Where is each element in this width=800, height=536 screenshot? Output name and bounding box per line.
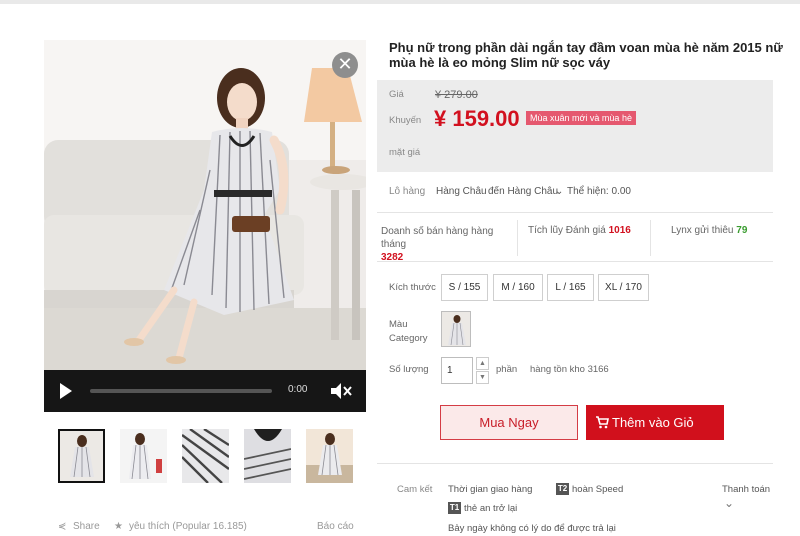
quantity-decrease-button[interactable]: ▼ bbox=[476, 371, 489, 384]
speed-refund-link[interactable]: hoàn Speed bbox=[572, 484, 623, 495]
thumbnail-5[interactable] bbox=[306, 429, 353, 483]
share-favorite-row: ⋞ Share ★ yêu thích (Popular 16.185) Báo… bbox=[58, 521, 358, 535]
size-option-xl[interactable]: XL / 170 bbox=[598, 274, 649, 301]
quantity-unit: phần bbox=[496, 364, 518, 375]
lynx-points: Lynx gửi thiêu 79 bbox=[671, 225, 747, 236]
safe-return-badge-icon: T1 bbox=[448, 502, 461, 514]
payment-label[interactable]: Thanh toán bbox=[722, 484, 770, 495]
promo-badge: Mùa xuân mới và mùa hè bbox=[526, 111, 636, 125]
lynx-points-value: 79 bbox=[736, 225, 748, 236]
report-link[interactable]: Báo cáo bbox=[317, 521, 354, 532]
price-label: Giá bbox=[389, 89, 404, 100]
product-media-player[interactable]: 0:00 bbox=[44, 40, 366, 412]
quantity-input[interactable]: 1 bbox=[441, 357, 473, 384]
chevron-down-icon[interactable]: ⌄ bbox=[724, 496, 734, 510]
top-bar bbox=[0, 0, 800, 4]
video-controls: 0:00 bbox=[44, 370, 366, 412]
size-label: Kích thước bbox=[389, 282, 436, 293]
share-link[interactable]: Share bbox=[73, 521, 100, 532]
safe-return-link[interactable]: thẻ an trở lại bbox=[464, 503, 517, 514]
face-price-label: mặt giá bbox=[389, 147, 421, 158]
review-count[interactable]: Tích lũy Đánh giá 1016 bbox=[528, 225, 631, 236]
commitment-label: Cam kết bbox=[397, 484, 433, 495]
share-icon[interactable]: ⋞ bbox=[58, 521, 66, 532]
divider bbox=[377, 261, 773, 262]
thumbnail-1[interactable] bbox=[58, 429, 105, 483]
lynx-points-label: Lynx gửi thiêu bbox=[671, 225, 734, 236]
stat-divider bbox=[517, 220, 518, 256]
thumbnail-4[interactable] bbox=[244, 429, 291, 483]
shipping-label: Lô hàng bbox=[389, 186, 426, 197]
stock-count: hàng tồn kho 3166 bbox=[530, 364, 609, 375]
review-count-value: 1016 bbox=[608, 225, 631, 236]
size-option-m[interactable]: M / 160 bbox=[493, 274, 543, 301]
divider bbox=[377, 463, 773, 464]
divider bbox=[377, 212, 773, 213]
product-title: Phụ nữ trong phần dài ngắn tay đầm voan … bbox=[389, 40, 783, 70]
color-option-swatch[interactable] bbox=[441, 311, 471, 347]
promo-label: Khuyến bbox=[389, 115, 422, 126]
size-option-l[interactable]: L / 165 bbox=[547, 274, 594, 301]
play-icon[interactable] bbox=[60, 383, 72, 399]
thumbnail-3[interactable] bbox=[182, 429, 229, 483]
speed-badge-icon: T2 bbox=[556, 483, 569, 495]
buy-now-button[interactable]: Mua Ngay bbox=[440, 405, 578, 440]
shipping-from: Hàng Châu bbox=[436, 186, 487, 197]
price-box: Giá ¥ 279.00 Khuyến ¥ 159.00 Mùa xuân mớ… bbox=[377, 80, 773, 172]
seven-day-return-text: Bảy ngày không có lý do để được trả lại bbox=[448, 523, 616, 534]
original-price: ¥ 279.00 bbox=[435, 89, 478, 101]
video-seek-bar[interactable] bbox=[90, 389, 272, 393]
monthly-sales-label: Doanh số bán hàng hàng tháng bbox=[381, 226, 494, 250]
cart-icon bbox=[596, 416, 609, 429]
thumbnail-2[interactable] bbox=[120, 429, 167, 483]
add-to-cart-button[interactable]: Thêm vào Giỏ hàng bbox=[586, 405, 724, 465]
product-photo bbox=[44, 40, 366, 370]
favorite-link[interactable]: yêu thích (Popular 16.185) bbox=[129, 521, 247, 532]
video-time: 0:00 bbox=[288, 384, 308, 395]
add-to-cart-label: Thêm vào Giỏ hàng bbox=[612, 415, 694, 465]
sale-price: ¥ 159.00 bbox=[434, 106, 520, 131]
quantity-label: Số lượng bbox=[389, 364, 429, 375]
quantity-increase-button[interactable]: ▲ bbox=[476, 357, 489, 370]
shipping-to[interactable]: đến Hàng Châu bbox=[488, 186, 558, 197]
star-icon[interactable]: ★ bbox=[114, 521, 123, 532]
review-count-label: Tích lũy Đánh giá bbox=[528, 225, 606, 236]
shipping-fee: Thể hiện: 0.00 bbox=[567, 186, 631, 197]
monthly-sales: Doanh số bán hàng hàng tháng 3282 bbox=[381, 225, 516, 264]
mute-icon[interactable] bbox=[330, 381, 352, 401]
close-video-button[interactable]: ✕ bbox=[332, 52, 358, 78]
delivery-time-link[interactable]: Thời gian giao hàng bbox=[448, 484, 532, 495]
stat-divider bbox=[650, 220, 651, 256]
color-label: Màu Category bbox=[389, 319, 428, 344]
chevron-down-icon[interactable]: ⌄ bbox=[555, 186, 563, 197]
size-option-s[interactable]: S / 155 bbox=[441, 274, 488, 301]
